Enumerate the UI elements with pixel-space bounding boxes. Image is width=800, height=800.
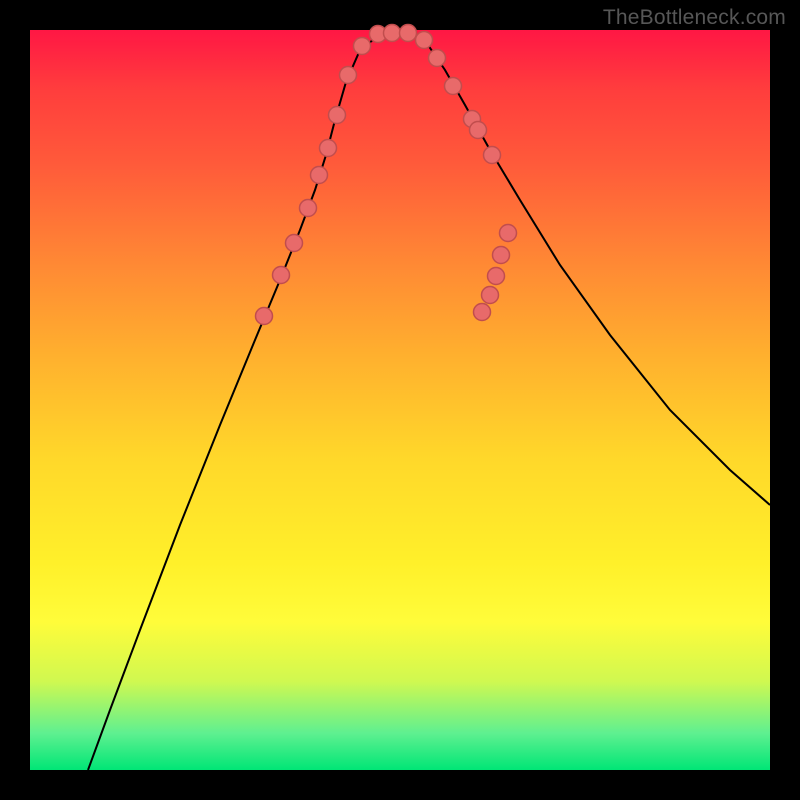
curve-marker — [429, 50, 446, 67]
curve-marker — [500, 225, 517, 242]
curve-marker — [300, 200, 317, 217]
curve-marker — [474, 304, 491, 321]
curve-marker — [286, 235, 303, 252]
curve-marker — [445, 78, 462, 95]
curve-marker — [416, 32, 433, 49]
curve-marker — [488, 268, 505, 285]
curve-marker — [493, 247, 510, 264]
curve-marker — [482, 287, 499, 304]
curve-marker — [484, 147, 501, 164]
bottleneck-curve — [88, 33, 770, 770]
curve-marker — [273, 267, 290, 284]
chart-svg — [30, 30, 770, 770]
curve-marker — [384, 25, 401, 42]
chart-plot-area — [30, 30, 770, 770]
watermark-text: TheBottleneck.com — [603, 6, 786, 30]
curve-marker — [340, 67, 357, 84]
curve-marker — [354, 38, 371, 55]
curve-marker — [470, 122, 487, 139]
curve-marker — [400, 25, 417, 42]
curve-marker — [320, 140, 337, 157]
curve-marker — [256, 308, 273, 325]
curve-markers — [256, 25, 517, 325]
curve-marker — [329, 107, 346, 124]
curve-marker — [311, 167, 328, 184]
